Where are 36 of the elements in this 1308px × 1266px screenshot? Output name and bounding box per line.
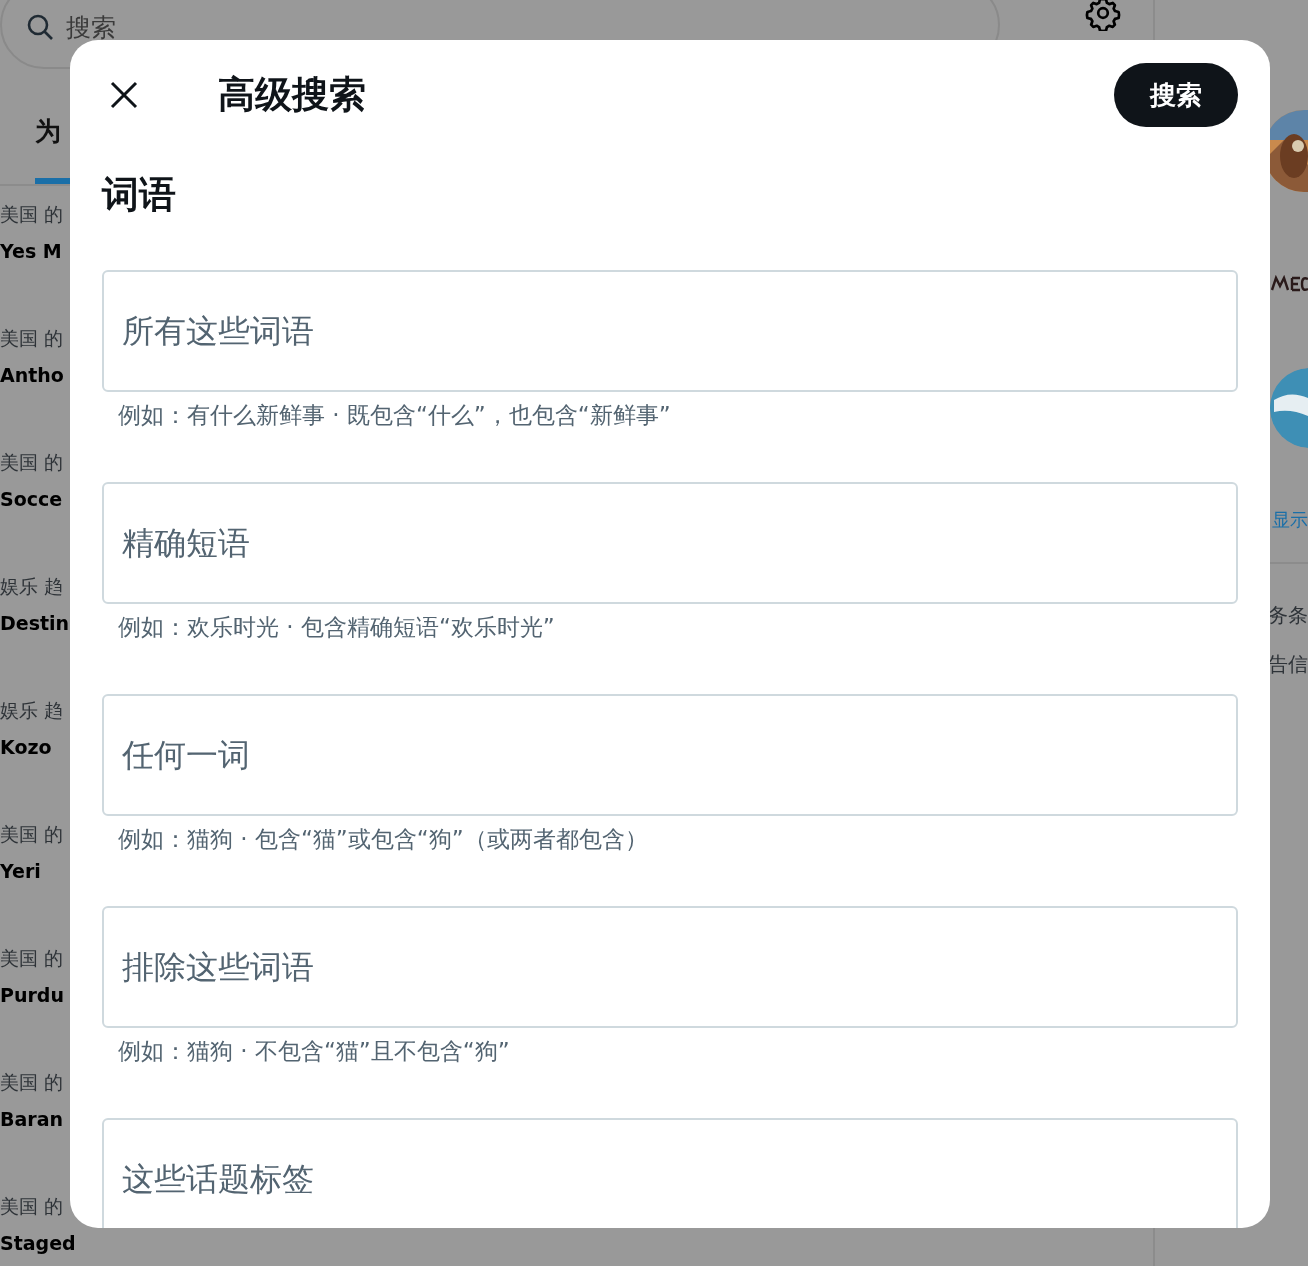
trend-category: 美国 的 xyxy=(0,202,65,226)
field-hint: 例如：有什么新鲜事 · 既包含“什么”，也包含“新鲜事” xyxy=(118,401,672,430)
trend-title[interactable]: Destin xyxy=(0,612,72,635)
footer-link[interactable]: 务条 xyxy=(1268,602,1308,629)
logo-icon xyxy=(1270,274,1308,294)
input-field[interactable]: 精确短语 xyxy=(102,482,1238,604)
section-heading: 词语 xyxy=(102,172,177,218)
settings-icon[interactable] xyxy=(1085,0,1121,31)
trend-title[interactable]: Antho xyxy=(0,364,72,387)
trend-category: 美国 的 xyxy=(0,450,65,474)
trend-category: 美国 的 xyxy=(0,946,65,970)
trend-title[interactable]: Yeri xyxy=(0,860,72,883)
trend-category: 美国 的 xyxy=(0,822,65,846)
input-field[interactable]: 所有这些词语 xyxy=(102,270,1238,392)
field-hint: 例如：猫狗 · 不包含“猫”且不包含“狗” xyxy=(118,1037,511,1066)
input-field[interactable]: 这些话题标签 xyxy=(102,1118,1238,1228)
trend-title[interactable]: Yes M xyxy=(0,240,72,263)
field-hint: 例如：猫狗 · 包含“猫”或包含“狗”（或两者都包含） xyxy=(118,825,649,854)
search-icon xyxy=(26,13,54,41)
trend-title[interactable]: Purdu xyxy=(0,984,72,1007)
trend-category: 美国 的 xyxy=(0,326,65,350)
trend-category: 美国 的 xyxy=(0,1194,65,1218)
footer-link[interactable]: 告信 xyxy=(1268,651,1308,678)
input-field[interactable]: 排除这些词语 xyxy=(102,906,1238,1028)
trend-category: 美国 的 xyxy=(0,1070,65,1094)
trend-category: 娱乐 趋 xyxy=(0,574,65,598)
trend-category: 娱乐 趋 xyxy=(0,698,65,722)
dialog-title: 高级搜索 xyxy=(218,72,367,118)
input-field[interactable]: 任何一词 xyxy=(102,694,1238,816)
trend-title[interactable]: Kozo xyxy=(0,736,72,759)
close-icon[interactable] xyxy=(110,81,138,109)
trend-title[interactable]: Baran xyxy=(0,1108,72,1131)
trend-title[interactable]: Staged xyxy=(0,1232,72,1255)
field-hint: 例如：欢乐时光 · 包含精确短语“欢乐时光” xyxy=(118,613,556,642)
search-button[interactable]: 搜索 xyxy=(1114,63,1238,127)
trend-title[interactable]: Socce xyxy=(0,488,72,511)
